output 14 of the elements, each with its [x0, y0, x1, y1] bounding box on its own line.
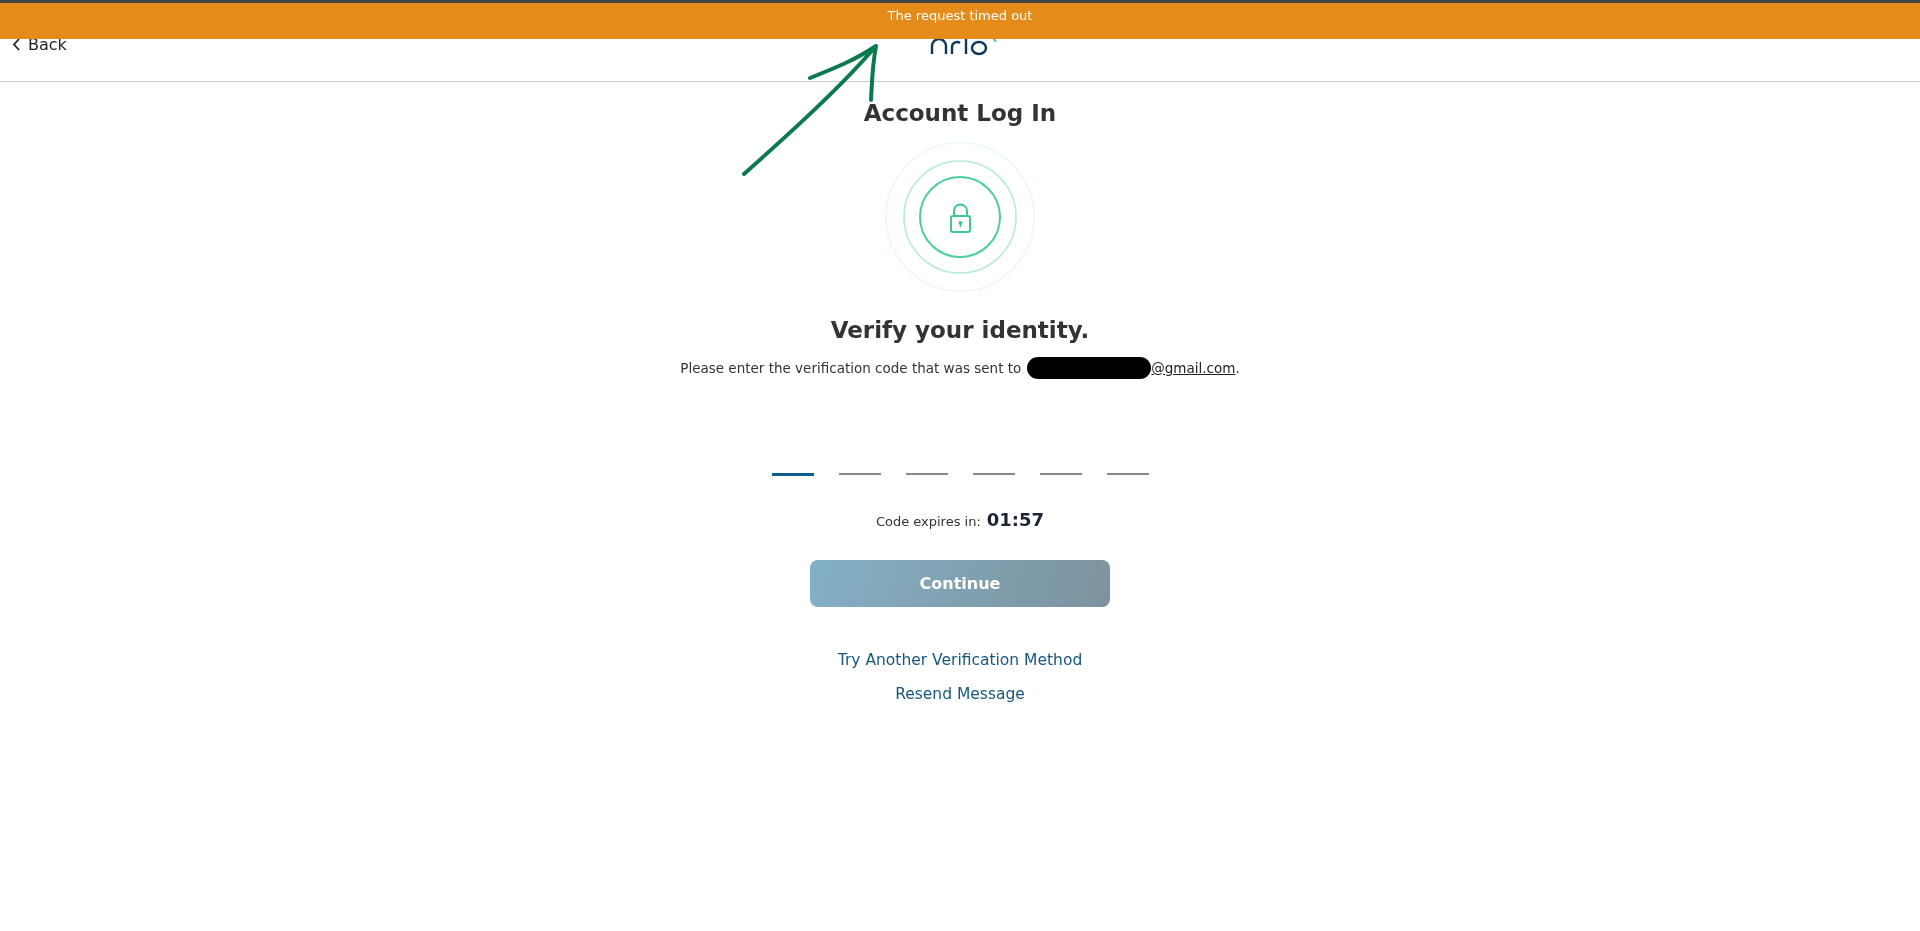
text-link[interactable]: Try Another Verification Method: [837, 651, 1083, 669]
instruction-text: Please enter the verification code that was sent to: [680, 360, 1022, 376]
chevron-left-icon: [12, 38, 20, 51]
email-link[interactable]: @gmail.com: [1151, 360, 1236, 376]
heading: Verify your identity.: [830, 317, 1090, 343]
logo-icon: [928, 36, 998, 56]
code-digit-field[interactable]: [771, 473, 814, 476]
lock-icon: [884, 141, 1036, 293]
period-text: .: [1235, 360, 1240, 376]
timer-value: 01:57: [986, 509, 1045, 530]
page-title: Account Log In: [863, 100, 1057, 126]
timer-label: Code expires in:: [875, 514, 981, 529]
error-message: The request timed out: [887, 8, 1033, 25]
text-link[interactable]: Resend Message: [895, 685, 1025, 703]
